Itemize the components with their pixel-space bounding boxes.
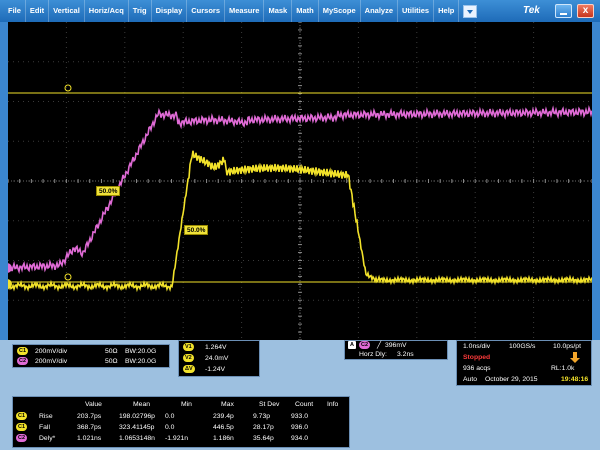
minimize-button[interactable]: [555, 4, 572, 18]
waveform-display[interactable]: 50.0% 50.0%: [8, 22, 592, 340]
row-stdev: 9.73p: [253, 413, 271, 420]
row-max: 239.4p: [213, 413, 234, 420]
channel-1-badge: C1: [17, 347, 29, 356]
menu-edit[interactable]: Edit: [26, 0, 50, 22]
row-min: 0.0: [165, 413, 175, 420]
cursor-v1-value: 1.264V: [205, 344, 227, 351]
measurement-table[interactable]: Value Mean Min Max St Dev Count Info C1 …: [12, 396, 350, 448]
row-min: 0.0: [165, 424, 175, 431]
row-value: 203.7ps: [77, 413, 102, 420]
record-length: RL:1.0k: [551, 365, 575, 372]
row-name: Rise: [39, 413, 53, 420]
menu-math[interactable]: Math: [292, 0, 319, 22]
row-stdev: 28.17p: [253, 424, 274, 431]
acquisition-readout[interactable]: 1.0ns/div 100GS/s 10.0ps/pt Stopped 936 …: [456, 340, 592, 386]
menu-help[interactable]: Help: [434, 0, 460, 22]
ref-level-label-b: 50.0%: [184, 225, 209, 235]
left-rail: [0, 22, 8, 340]
row-stdev: 35.64p: [253, 435, 274, 442]
row-mean: 198.02796p: [119, 413, 155, 420]
acquisition-state: Stopped: [463, 354, 491, 361]
menu-display[interactable]: Display: [152, 0, 188, 22]
table-row[interactable]: C2 Dely* 1.021ns 1.0653148n -1.921n 1.18…: [13, 434, 349, 444]
waveform-graticule: [8, 22, 592, 340]
brand-logo: Tek: [523, 5, 540, 16]
row-count: 933.0: [291, 413, 309, 420]
trigger-mode: Auto: [463, 376, 477, 383]
cursor-v2-value: 24.0mV: [205, 355, 229, 362]
acquisition-date: October 29, 2015: [485, 376, 538, 383]
cursor-v1-badge: V1: [183, 343, 194, 352]
row-value: 368.7ps: [77, 424, 102, 431]
right-rail: [592, 22, 600, 340]
cursor-v2-badge: V2: [183, 354, 194, 363]
timebase-value: 1.0ns/div: [463, 343, 491, 350]
menu-mask[interactable]: Mask: [264, 0, 293, 22]
menu-file[interactable]: File: [4, 0, 26, 22]
menu-trig[interactable]: Trig: [129, 0, 152, 22]
cursor-delta-value: -1.24V: [205, 366, 226, 373]
row-mean: 323.41145p: [119, 424, 155, 431]
horz-delay-label: Horz Dly:: [359, 351, 387, 358]
acquisition-count: 936 acqs: [463, 365, 491, 372]
row-badge: C1: [16, 412, 28, 421]
oscilloscope-window: File Edit Vertical Horiz/Acq Trig Displa…: [0, 0, 600, 450]
row-max: 446.5p: [213, 424, 234, 431]
channel-1-impedance: 50Ω: [105, 348, 118, 355]
header-min: Min: [181, 401, 192, 408]
channel-2-badge: C2: [17, 357, 29, 366]
row-badge: C1: [16, 423, 28, 432]
trigger-channel-badge: C2: [359, 341, 371, 350]
header-value: Value: [85, 401, 102, 408]
row-name: Fall: [39, 424, 50, 431]
horz-delay-value: 3.2ns: [397, 351, 414, 358]
channel-readout[interactable]: C1 200mV/div 50Ω BW:20.0G C2 200mV/div 5…: [12, 344, 170, 368]
stop-arrow-icon: [570, 352, 580, 363]
resolution-value: 10.0ps/pt: [553, 343, 581, 350]
menu-cursors[interactable]: Cursors: [187, 0, 226, 22]
header-mean: Mean: [133, 401, 151, 408]
row-badge: C2: [16, 434, 28, 443]
row-count: 936.0: [291, 424, 309, 431]
menu-analyze[interactable]: Analyze: [361, 0, 399, 22]
channel-2-impedance: 50Ω: [105, 358, 118, 365]
header-max: Max: [221, 401, 234, 408]
header-stdev: St Dev: [259, 401, 280, 408]
channel-1-bandwidth: BW:20.0G: [125, 348, 157, 355]
channel-2-scale: 200mV/div: [35, 358, 68, 365]
trigger-readout[interactable]: A C2 ╱ 396mV Horz Dly: 3.2ns: [344, 340, 448, 360]
row-value: 1.021ns: [77, 435, 102, 442]
cursor-readout[interactable]: V1 1.264V V2 24.0mV ΔV -1.24V: [178, 340, 260, 377]
channel-1-scale: 200mV/div: [35, 348, 68, 355]
menu-vertical[interactable]: Vertical: [49, 0, 85, 22]
menu-measure[interactable]: Measure: [225, 0, 265, 22]
readout-panel: C1 200mV/div 50Ω BW:20.0G C2 200mV/div 5…: [0, 340, 600, 450]
menu-utilities[interactable]: Utilities: [398, 0, 435, 22]
acquisition-time: 19:48:16: [561, 376, 589, 383]
table-row[interactable]: C1 Rise 203.7ps 198.02796p 0.0 239.4p 9.…: [13, 412, 349, 422]
row-mean: 1.0653148n: [119, 435, 155, 442]
header-count: Count: [295, 401, 314, 408]
close-button[interactable]: x: [577, 4, 594, 18]
measurement-header-row: Value Mean Min Max St Dev Count Info: [13, 400, 349, 410]
sample-rate-value: 100GS/s: [509, 343, 536, 350]
row-max: 1.186n: [213, 435, 234, 442]
row-name: Dely*: [39, 435, 56, 442]
table-row[interactable]: C1 Fall 368.7ps 323.41145p 0.0 446.5p 28…: [13, 423, 349, 433]
row-count: 934.0: [291, 435, 309, 442]
chevron-down-icon[interactable]: [463, 4, 478, 18]
menu-myscope[interactable]: MyScope: [319, 0, 361, 22]
trigger-badge: A: [348, 341, 356, 350]
ref-level-label-a: 50.0%: [96, 186, 121, 196]
row-min: -1.921n: [165, 435, 189, 442]
cursor-delta-badge: ΔV: [183, 365, 195, 374]
header-info: Info: [327, 401, 339, 408]
channel-2-bandwidth: BW:20.0G: [125, 358, 157, 365]
menu-horiz-acq[interactable]: Horiz/Acq: [85, 0, 129, 22]
menu-bar: File Edit Vertical Horiz/Acq Trig Displa…: [0, 0, 600, 22]
